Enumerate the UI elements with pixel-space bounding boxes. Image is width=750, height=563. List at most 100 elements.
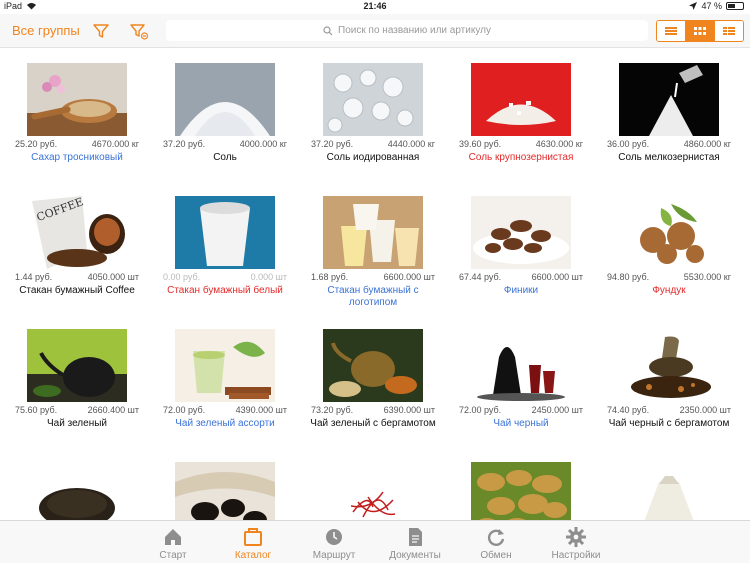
- filter-icon[interactable]: [90, 20, 112, 42]
- product-card[interactable]: 74.40 руб. 2350.000 шт Чай черный с бергам…: [595, 314, 743, 447]
- product-name[interactable]: Стакан бумажный белый: [155, 285, 295, 297]
- product-stock: 6390.000 шт: [383, 405, 435, 415]
- tab-catalog[interactable]: Каталог: [207, 521, 299, 563]
- product-image[interactable]: [175, 462, 275, 520]
- product-image[interactable]: [323, 462, 423, 520]
- tab-documents[interactable]: Документы: [369, 521, 461, 563]
- tab-bar: Старт Каталог Маршрут Документы Обмен Настрой…: [0, 520, 750, 563]
- product-meta: 25.20 руб. 4670.000 кг: [15, 139, 139, 149]
- product-image[interactable]: COFFEE: [27, 196, 127, 269]
- filter-reset-icon[interactable]: [128, 20, 150, 42]
- product-card[interactable]: 37.20 руб. 4440.000 кг Соль иодированная: [299, 48, 447, 181]
- product-name[interactable]: Сахар тросниковый: [7, 152, 147, 164]
- product-name[interactable]: Чай зеленый: [7, 418, 147, 430]
- clock: 21:46: [363, 1, 387, 11]
- product-name[interactable]: Стакан бумажный Coffee: [7, 285, 147, 297]
- product-image[interactable]: [323, 329, 423, 402]
- product-card[interactable]: 36.00 руб. 4860.000 кг Соль мелкозернистая: [595, 48, 743, 181]
- product-image[interactable]: [27, 329, 127, 402]
- tab-settings-gear[interactable]: Настройки: [530, 521, 622, 563]
- product-name[interactable]: Чай черный с бергамотом: [599, 418, 739, 430]
- documents-icon: [409, 528, 422, 546]
- product-card[interactable]: 39.60 руб. 4630.000 кг Соль крупнозерниста…: [447, 48, 595, 181]
- product-meta: 37.20 руб. 4440.000 кг: [311, 139, 435, 149]
- product-card[interactable]: 72.00 руб. 4390.000 шт Чай зеленый ассорти: [151, 314, 299, 447]
- all-groups-button[interactable]: Все группы: [12, 23, 80, 38]
- table-view-button[interactable]: [715, 21, 743, 41]
- product-image[interactable]: [471, 462, 571, 520]
- product-card[interactable]: COFFEE 1.44 руб. 4050.000 шт Стакан бумажны…: [3, 181, 151, 314]
- product-image[interactable]: [175, 329, 275, 402]
- product-card[interactable]: 72.00 руб. 2450.000 шт Чай черный: [447, 314, 595, 447]
- product-card[interactable]: 25.20 руб. 4670.000 кг Сахар тросниковый: [3, 48, 151, 181]
- product-name[interactable]: Соль крупнозернистая: [451, 152, 591, 164]
- product-price: 1.68 руб.: [311, 272, 349, 282]
- product-card[interactable]: 37.20 руб. 4000.000 кг Соль: [151, 48, 299, 181]
- product-name[interactable]: Чай зеленый ассорти: [155, 418, 295, 430]
- product-card[interactable]: [595, 447, 743, 520]
- product-price: 37.20 руб.: [311, 139, 354, 149]
- list-view-icon: [665, 27, 677, 35]
- table-view-icon: [723, 27, 735, 35]
- tab-label: Документы: [389, 550, 441, 561]
- product-name[interactable]: Соль: [155, 152, 295, 164]
- product-stock: 4630.000 кг: [535, 139, 583, 149]
- product-image[interactable]: [175, 63, 275, 136]
- product-card[interactable]: [3, 447, 151, 520]
- product-image[interactable]: [27, 462, 127, 520]
- product-image[interactable]: [27, 63, 127, 136]
- product-card[interactable]: 73.20 руб. 6390.000 шт Чай зеленый с берга…: [299, 314, 447, 447]
- product-name[interactable]: Чай зеленый с бергамотом: [303, 418, 443, 430]
- product-card[interactable]: 94.80 руб. 5530.000 кг Фундук: [595, 181, 743, 314]
- tab-sync[interactable]: Обмен: [450, 521, 542, 563]
- list-view-button[interactable]: [657, 21, 686, 41]
- product-name[interactable]: Фундук: [599, 285, 739, 297]
- location-arrow-icon: [689, 2, 698, 10]
- tab-home[interactable]: Старт: [127, 521, 219, 563]
- catalog-icon: [244, 528, 262, 546]
- sync-icon: [487, 529, 505, 546]
- product-price: 72.00 руб.: [459, 405, 502, 415]
- product-name[interactable]: Соль иодированная: [303, 152, 443, 164]
- product-image[interactable]: [323, 63, 423, 136]
- product-card[interactable]: [299, 447, 447, 520]
- product-image[interactable]: [471, 329, 571, 402]
- product-meta: 73.20 руб. 6390.000 шт: [311, 405, 435, 415]
- product-card[interactable]: [447, 447, 595, 520]
- product-stock: 4440.000 кг: [387, 139, 435, 149]
- product-image[interactable]: [619, 196, 719, 269]
- product-image[interactable]: [471, 63, 571, 136]
- product-price: 1.44 руб.: [15, 272, 53, 282]
- product-meta: 74.40 руб. 2350.000 шт: [607, 405, 731, 415]
- tab-route-clock[interactable]: Маршрут: [288, 521, 380, 563]
- product-card[interactable]: [151, 447, 299, 520]
- product-stock: 0.000 шт: [250, 272, 287, 282]
- product-card[interactable]: 75.60 руб. 2660.400 шт Чай зеленый: [3, 314, 151, 447]
- product-price: 74.40 руб.: [607, 405, 650, 415]
- tab-label: Старт: [159, 550, 187, 561]
- product-price: 39.60 руб.: [459, 139, 502, 149]
- product-name[interactable]: Соль мелкозернистая: [599, 152, 739, 164]
- search-input[interactable]: Поиск по названию или артикулу: [166, 20, 648, 41]
- product-card[interactable]: 67.44 руб. 6600.000 шт Финики: [447, 181, 595, 314]
- product-image[interactable]: [471, 196, 571, 269]
- product-meta: 72.00 руб. 4390.000 шт: [163, 405, 287, 415]
- product-image[interactable]: [619, 462, 719, 520]
- product-meta: 72.00 руб. 2450.000 шт: [459, 405, 583, 415]
- product-card[interactable]: 1.68 руб. 6600.000 шт Стакан бумажный с ло…: [299, 181, 447, 314]
- product-stock: 5530.000 кг: [683, 272, 731, 282]
- product-image[interactable]: [323, 196, 423, 269]
- product-image[interactable]: [619, 329, 719, 402]
- product-meta: 37.20 руб. 4000.000 кг: [163, 139, 287, 149]
- tab-label: Каталог: [234, 550, 272, 561]
- product-stock: 6600.000 шт: [531, 272, 583, 282]
- product-image[interactable]: [619, 63, 719, 136]
- product-name[interactable]: Стакан бумажный с логотипом: [303, 285, 443, 309]
- product-price: 25.20 руб.: [15, 139, 58, 149]
- grid-view-button[interactable]: [686, 21, 715, 41]
- product-name[interactable]: Чай черный: [451, 418, 591, 430]
- product-meta: 1.68 руб. 6600.000 шт: [311, 272, 435, 282]
- product-image[interactable]: [175, 196, 275, 269]
- product-name[interactable]: Финики: [451, 285, 591, 297]
- product-card[interactable]: 0.00 руб. 0.000 шт Стакан бумажный белый: [151, 181, 299, 314]
